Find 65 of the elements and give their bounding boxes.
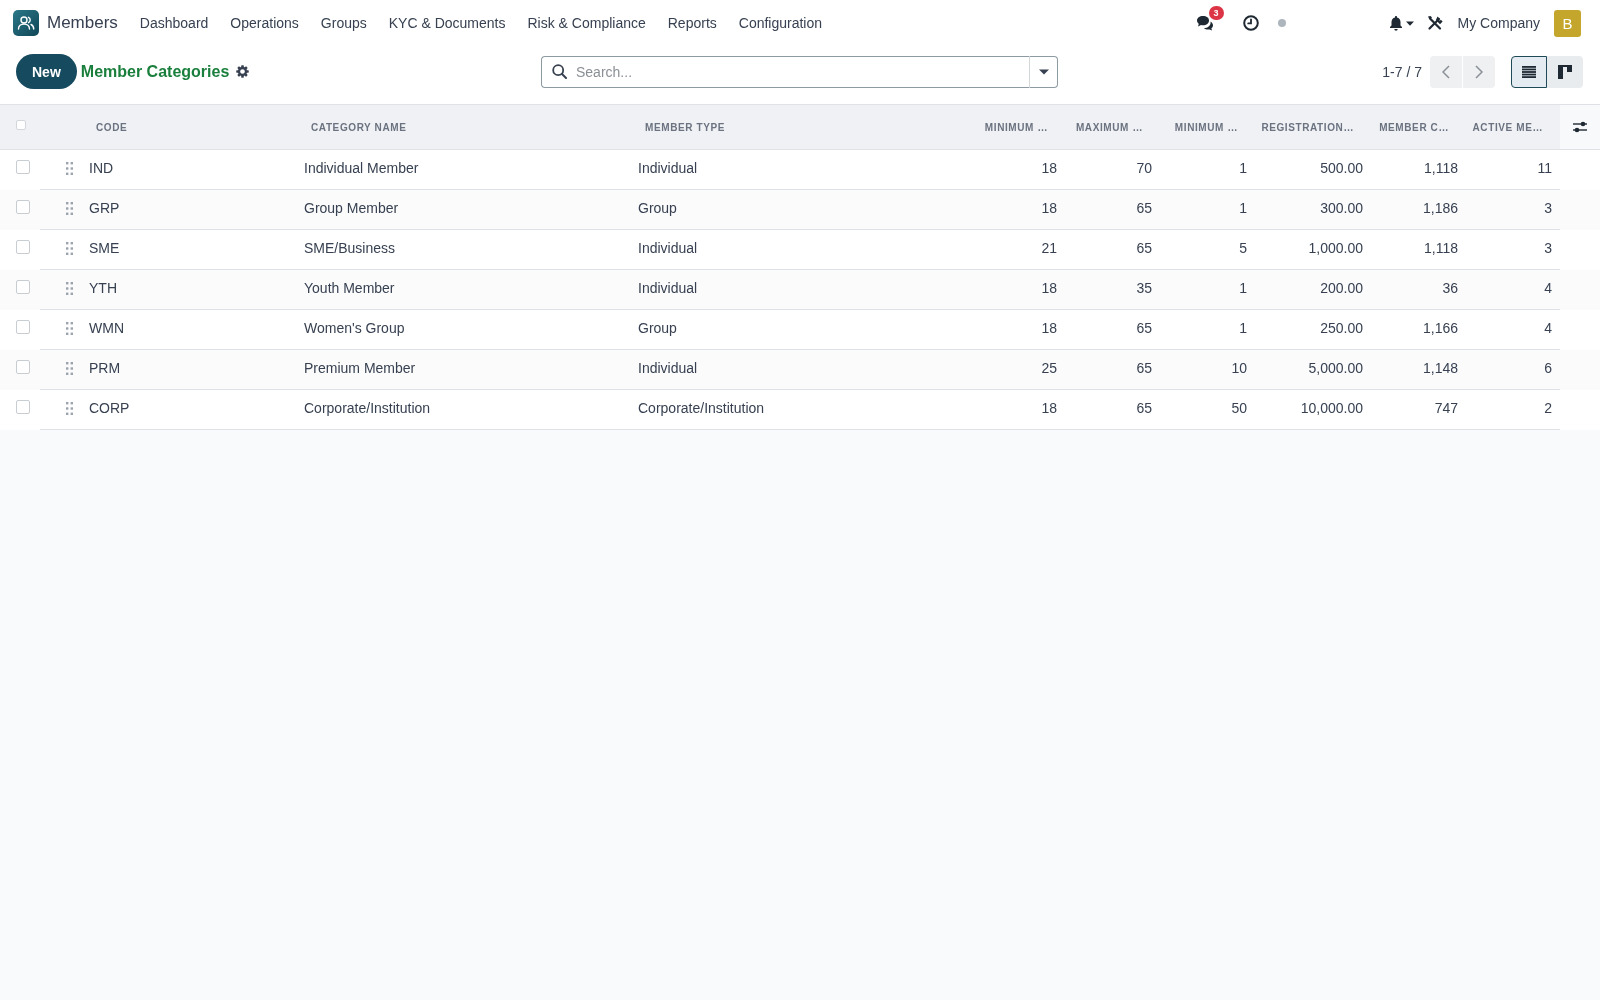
column-header[interactable]: MEMBER C… [1371,105,1466,149]
drag-handle-icon[interactable] [66,361,73,375]
chat-icon[interactable] [1195,15,1214,31]
row-checkbox[interactable] [16,160,30,174]
drag-handle-icon[interactable] [66,241,73,255]
table-cell: Corporate/Institution [631,390,960,430]
sliders-icon[interactable] [1573,121,1587,133]
column-header[interactable]: ACTIVE ME… [1466,105,1560,149]
page-title: Member Categories [80,62,230,81]
table-cell: 50 [1160,390,1255,430]
column-header[interactable]: MAXIMUM … [1065,105,1160,149]
column-header[interactable]: MEMBER TYPE [631,105,960,149]
drag-handle-icon[interactable] [66,201,73,215]
previous-button[interactable] [1430,55,1462,88]
table-cell: 65 [1065,390,1160,430]
chevron-right-icon [1475,64,1483,79]
row-checkbox[interactable] [16,320,30,334]
menu-item[interactable]: Dashboard [139,15,209,31]
row-checkbox[interactable] [16,400,30,414]
table-cell: 2 [1466,390,1560,430]
caret-icon [1038,68,1049,75]
menu-item[interactable]: Risk & Compliance [527,15,646,31]
gear-icon[interactable] [236,65,250,78]
drag-handle-icon[interactable] [66,401,73,415]
people-icon[interactable] [13,10,39,36]
row-checkbox[interactable] [16,200,30,214]
row-checkbox[interactable] [16,280,30,294]
table-cell: 18 [960,390,1065,430]
column-header[interactable]: CODE [82,105,297,149]
column-header[interactable]: MINIMUM … [960,105,1065,149]
search-options-button[interactable] [1029,55,1058,88]
tools-icon[interactable] [1426,15,1443,31]
table-cell: Corporate/Institution [297,390,631,430]
select-all-checkbox[interactable] [16,120,26,130]
drag-handle-icon[interactable] [66,161,73,175]
menu-item[interactable]: Operations [230,15,299,31]
dot-icon[interactable] [1277,19,1286,27]
row-checkbox[interactable] [16,240,30,254]
list-view-button[interactable] [1511,55,1547,88]
list-icon [1522,65,1536,78]
kanban-icon [1558,64,1572,79]
company-name[interactable]: My Company [1457,15,1540,31]
drag-handle-icon[interactable] [66,321,73,335]
pager-range[interactable]: 1-7 / 7 [1382,63,1422,80]
search-icon [552,64,567,79]
column-header[interactable]: REGISTRATION… [1255,105,1371,149]
message-count-badge: 3 [1208,6,1224,20]
table-cell: CORP [82,390,297,430]
row-checkbox[interactable] [16,360,30,374]
chevron-left-icon [1442,64,1450,79]
drag-handle-icon[interactable] [66,281,73,295]
menu-item[interactable]: Reports [667,15,717,31]
column-header[interactable]: CATEGORY NAME [297,105,631,149]
menu-item[interactable]: KYC & Documents [388,15,506,31]
kanban-view-button[interactable] [1547,55,1583,88]
table-cell: 10,000.00 [1255,390,1371,430]
menu-item[interactable]: Groups [320,15,367,31]
next-button[interactable] [1463,55,1495,88]
new-button[interactable]: New [16,54,77,89]
bell-caret-icon[interactable] [1388,15,1415,31]
app-name[interactable]: Members [47,13,118,33]
menu-item[interactable]: Configuration [738,15,823,31]
column-header[interactable]: MINIMUM … [1160,105,1255,149]
table-cell: 747 [1371,390,1466,430]
clock-icon[interactable] [1242,15,1259,31]
